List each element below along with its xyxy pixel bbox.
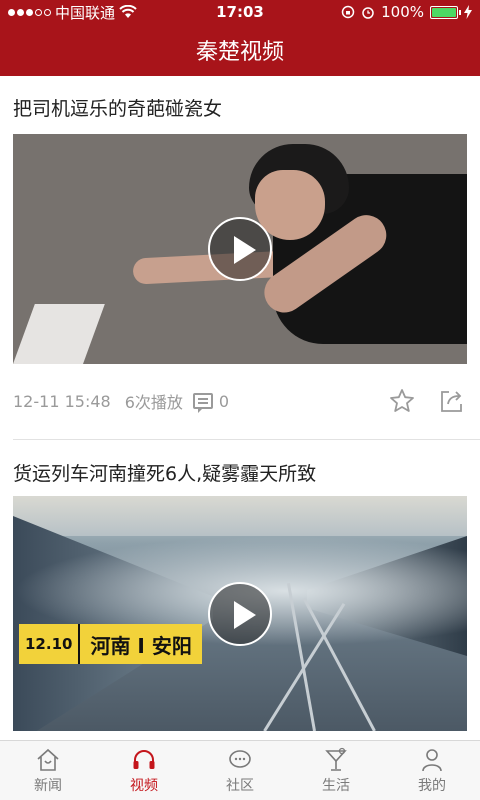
video-thumbnail[interactable]: 12.10 河南 I 安阳 <box>13 496 467 731</box>
tab-news[interactable]: 新闻 <box>0 741 96 800</box>
publish-time: 12-11 15:48 <box>13 391 111 411</box>
status-right: 100% <box>341 3 472 21</box>
cocktail-icon <box>325 747 347 771</box>
tab-label: 社区 <box>226 777 254 794</box>
tab-label: 视频 <box>130 777 158 794</box>
orientation-lock-icon <box>341 5 355 19</box>
share-icon <box>441 391 462 412</box>
charging-icon <box>464 5 472 19</box>
signal-strength-icon <box>8 8 51 16</box>
overlay-date: 12.10 <box>19 624 81 664</box>
status-bar: 中国联通 17:03 100% <box>0 0 480 24</box>
video-title[interactable]: 把司机逗乐的奇葩碰瓷女 <box>13 94 222 121</box>
person-icon <box>422 748 442 771</box>
video-overlay-caption: 12.10 河南 I 安阳 <box>19 624 202 664</box>
video-feed[interactable]: 把司机逗乐的奇葩碰瓷女 12-11 15:48 6次播放 0 货运列车河南撞死6… <box>0 76 480 740</box>
card-divider <box>13 439 480 440</box>
video-thumbnail[interactable] <box>13 134 467 364</box>
headphones-icon <box>133 749 155 769</box>
carrier-name: 中国联通 <box>55 3 116 22</box>
home-icon <box>37 748 59 771</box>
view-count: 6次播放 <box>124 393 183 412</box>
status-left: 中国联通 <box>8 2 341 23</box>
video-card[interactable]: 把司机逗乐的奇葩碰瓷女 12-11 15:48 6次播放 0 <box>0 76 480 441</box>
play-button[interactable] <box>208 217 272 281</box>
alarm-icon <box>362 7 374 19</box>
video-meta: 12-11 15:48 6次播放 0 <box>13 386 467 416</box>
battery-level <box>432 7 456 17</box>
battery-icon <box>430 5 461 19</box>
chat-bubble-icon <box>229 749 251 768</box>
comment-count: 0 <box>218 391 230 411</box>
tab-video[interactable]: 视频 <box>96 741 192 800</box>
star-icon <box>390 389 414 412</box>
overlay-place: 河南 I 安阳 <box>80 624 202 664</box>
wifi-icon <box>119 5 137 18</box>
bottom-tab-bar: 新闻 视频 社区 生活 我的 <box>0 740 480 800</box>
battery-percent: 100% <box>381 3 424 21</box>
tab-community[interactable]: 社区 <box>192 741 288 800</box>
tab-label: 新闻 <box>34 777 62 794</box>
page-title: 秦楚视频 <box>195 40 284 65</box>
nav-header: 秦楚视频 <box>0 24 480 76</box>
play-button[interactable] <box>208 581 272 646</box>
share-button[interactable] <box>437 386 467 416</box>
tab-label: 我的 <box>418 777 446 794</box>
tab-mine[interactable]: 我的 <box>384 741 480 800</box>
favorite-button[interactable] <box>387 386 417 416</box>
video-card[interactable]: 货运列车河南撞死6人,疑雾霾天所致 12.10 河南 I 安阳 <box>0 441 480 740</box>
tab-label: 生活 <box>322 777 350 794</box>
video-title[interactable]: 货运列车河南撞死6人,疑雾霾天所致 <box>13 459 316 486</box>
comment-icon[interactable] <box>192 393 213 413</box>
tab-life[interactable]: 生活 <box>288 741 384 800</box>
